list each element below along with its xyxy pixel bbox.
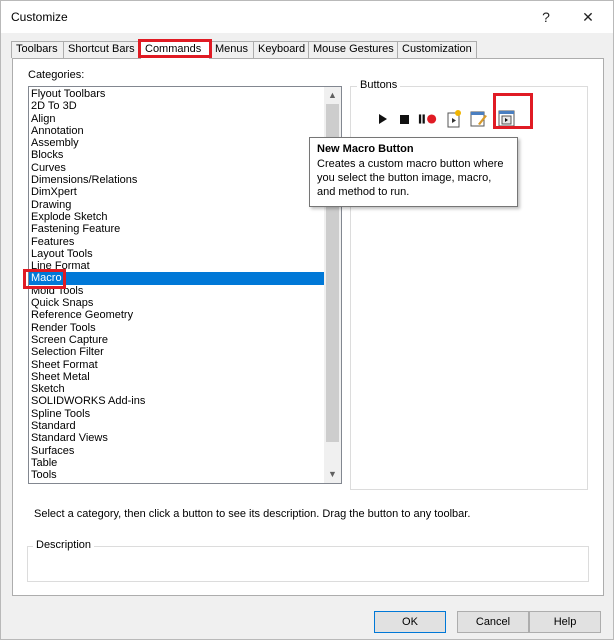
edit-macro-icon[interactable] xyxy=(469,109,489,129)
help-button[interactable]: Help xyxy=(529,611,601,633)
instruction-text: Select a category, then click a button t… xyxy=(34,508,471,520)
category-item[interactable]: Line Format xyxy=(29,260,325,272)
category-item[interactable]: Drawing xyxy=(29,199,325,211)
category-item[interactable]: Assembly xyxy=(29,137,325,149)
title-bar: Customize ? ✕ xyxy=(1,1,613,33)
tab-toolbars[interactable]: Toolbars xyxy=(11,41,64,58)
category-item[interactable]: Features xyxy=(29,236,325,248)
tab-keyboard[interactable]: Keyboard xyxy=(253,41,309,58)
description-label: Description xyxy=(33,539,95,551)
category-item[interactable]: Mold Tools xyxy=(29,285,325,297)
category-item[interactable]: Standard xyxy=(29,420,325,432)
category-item[interactable]: Reference Geometry xyxy=(29,309,325,321)
category-item[interactable]: Layout Tools xyxy=(29,248,325,260)
categories-items: Flyout Toolbars 2D To 3D Align Annotation As… xyxy=(29,88,325,482)
category-item[interactable]: Dimensions/Relations xyxy=(29,174,325,186)
category-item[interactable]: Spline Tools xyxy=(29,408,325,420)
new-macro-icon[interactable] xyxy=(444,109,464,129)
tooltip-title: New Macro Button xyxy=(317,143,414,155)
run-macro-icon[interactable] xyxy=(372,109,392,129)
category-item[interactable]: Explode Sketch xyxy=(29,211,325,223)
stop-macro-icon[interactable] xyxy=(394,109,414,129)
category-item[interactable]: Selection Filter xyxy=(29,346,325,358)
category-item[interactable]: Quick Snaps xyxy=(29,297,325,309)
tab-commands[interactable]: Commands xyxy=(140,41,210,59)
category-item[interactable]: Tools xyxy=(29,469,325,481)
category-item[interactable]: Flyout Toolbars xyxy=(29,88,325,100)
category-item[interactable]: Screen Capture xyxy=(29,334,325,346)
category-item[interactable]: Blocks xyxy=(29,149,325,161)
tab-customization[interactable]: Customization xyxy=(397,41,477,58)
category-item[interactable]: SOLIDWORKS Add-ins xyxy=(29,395,325,407)
category-item[interactable]: Sketch xyxy=(29,383,325,395)
buttons-group-label: Buttons xyxy=(357,79,401,91)
category-item[interactable]: 2D To 3D xyxy=(29,100,325,112)
category-item[interactable]: Render Tools xyxy=(29,322,325,334)
category-item[interactable]: Curves xyxy=(29,162,325,174)
category-item[interactable]: Sheet Format xyxy=(29,359,325,371)
category-item[interactable]: Table xyxy=(29,457,325,469)
category-item[interactable]: Fastening Feature xyxy=(29,223,325,235)
tooltip: New Macro Button Creates a custom macro … xyxy=(309,137,518,207)
pause-record-macro-icon[interactable] xyxy=(418,109,438,129)
customize-dialog: Customize ? ✕ Toolbars Shortcut Bars Com… xyxy=(0,0,614,640)
ok-button[interactable]: OK xyxy=(374,611,446,633)
tab-menus[interactable]: Menus xyxy=(210,41,254,58)
category-item[interactable]: DimXpert xyxy=(29,186,325,198)
scroll-up-icon[interactable]: ▲ xyxy=(324,87,341,104)
categories-list[interactable]: Flyout Toolbars 2D To 3D Align Annotation As… xyxy=(28,86,342,484)
category-item[interactable]: Annotation xyxy=(29,125,325,137)
cancel-button[interactable]: Cancel xyxy=(457,611,529,633)
description-group: Description xyxy=(27,539,589,582)
category-item[interactable]: Macro xyxy=(29,272,325,285)
category-item[interactable]: Sheet Metal xyxy=(29,371,325,383)
category-item[interactable]: Align xyxy=(29,113,325,125)
scroll-down-icon[interactable]: ▼ xyxy=(324,466,341,483)
window-title: Customize xyxy=(11,10,68,24)
tab-mouse-gestures[interactable]: Mouse Gestures xyxy=(308,41,398,58)
tab-strip: Toolbars Shortcut Bars Commands Menus Ke… xyxy=(11,41,601,59)
category-item[interactable]: Surfaces xyxy=(29,445,325,457)
tooltip-body: Creates a custom macro button where you … xyxy=(317,158,504,198)
category-item[interactable]: Standard Views xyxy=(29,432,325,444)
close-icon[interactable]: ✕ xyxy=(576,5,600,29)
categories-label: Categories: xyxy=(28,69,85,81)
new-macro-button-icon[interactable] xyxy=(497,109,517,129)
help-icon[interactable]: ? xyxy=(534,5,558,29)
tab-shortcut-bars[interactable]: Shortcut Bars xyxy=(63,41,139,58)
